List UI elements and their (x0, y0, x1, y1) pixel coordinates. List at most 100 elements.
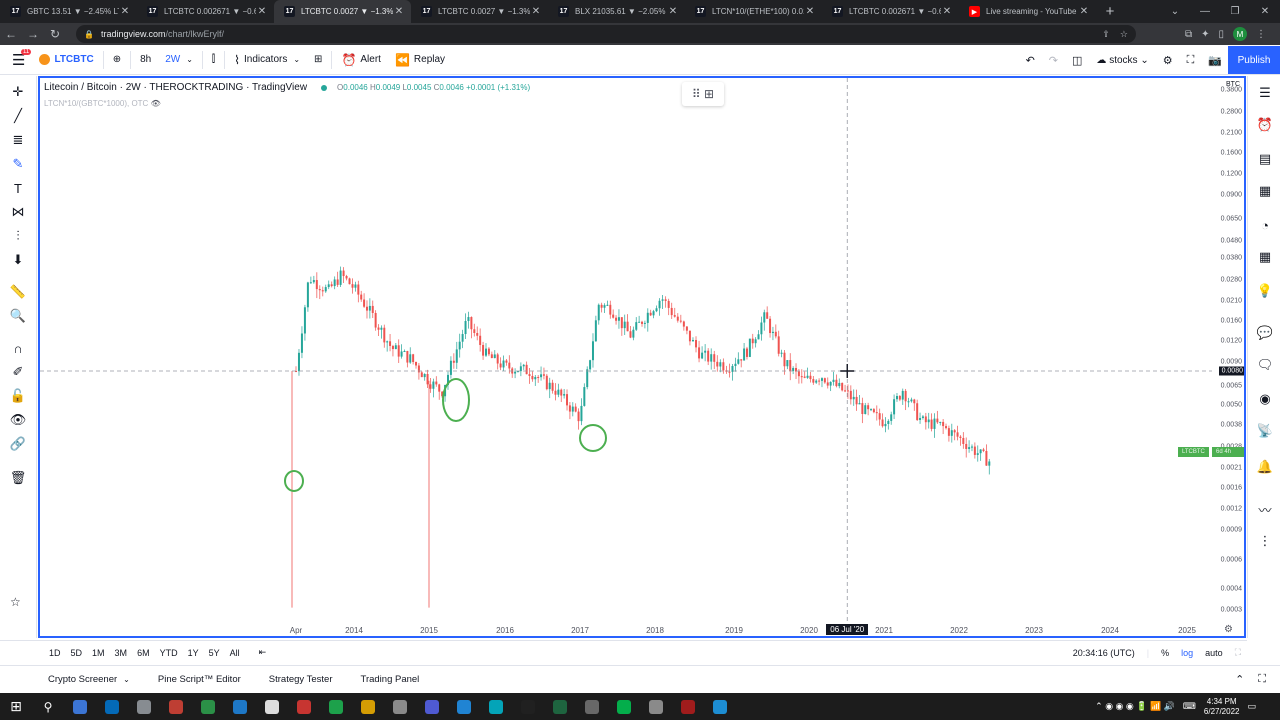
layout-name-button[interactable]: ☁ stocks ⌄ (1096, 55, 1148, 66)
browser-tab[interactable]: 17 GBTC 13.51 ▼ −2.45% LTC ✕ (0, 0, 137, 23)
browser-tab[interactable]: 17 LTCBTC 0.0027 ▼ −1.3% th ✕ (411, 0, 548, 23)
price-scale[interactable]: BTC 0.3800 0.2800 0.2100 0.1600 0.1200 0.0900… (1212, 78, 1244, 622)
chat-icon[interactable] (608, 693, 640, 720)
favorite-star-icon[interactable]: ☆ (10, 595, 21, 609)
price-chart[interactable] (40, 78, 1212, 622)
opera-icon[interactable] (288, 693, 320, 720)
app-icon[interactable] (448, 693, 480, 720)
streams-icon[interactable]: ◉ (1256, 390, 1274, 408)
settings-gear-icon[interactable]: ⚙ (1163, 54, 1173, 67)
data-window-icon[interactable]: ▦ (1256, 182, 1274, 200)
interval-2w-button[interactable]: 2W ⌄ (158, 45, 200, 75)
close-tab-icon[interactable]: ✕ (530, 6, 542, 17)
tab-search-icon[interactable]: ⌄ (1160, 0, 1190, 23)
tab-strategy-tester[interactable]: Strategy Tester (255, 666, 347, 694)
browser-tab[interactable]: ▶ Live streaming - YouTube ✕ (959, 0, 1096, 23)
forward-icon[interactable]: → (22, 27, 44, 41)
trash-icon[interactable]: 🗑 (6, 468, 30, 488)
compare-symbol-button[interactable]: ⊕ (106, 45, 128, 75)
layers-icon[interactable] (1256, 634, 1274, 652)
sidepanel-icon[interactable]: ▯ (1218, 29, 1224, 40)
close-tab-icon[interactable]: ✕ (256, 6, 268, 17)
tab-pine-editor[interactable]: Pine Script™ Editor (144, 666, 255, 694)
zoom-in-icon[interactable]: 🔍 (6, 306, 30, 326)
restore-icon[interactable]: ❐ (1220, 0, 1250, 23)
object-tree-button[interactable]: ⠿ ⊞ (682, 82, 724, 106)
main-menu-button[interactable]: ☰ 11 (0, 45, 32, 75)
crosshair-icon[interactable]: ✛ (6, 82, 30, 102)
chart-type-button[interactable]: ⫿ (205, 45, 222, 75)
brush-icon[interactable]: ✎ (6, 154, 30, 174)
range-button[interactable]: 1Y (183, 648, 204, 658)
share-icon[interactable]: ⇪ (1102, 29, 1110, 40)
range-button[interactable]: 5D (66, 648, 88, 658)
range-button[interactable]: 6M (132, 648, 155, 658)
arrow-down-icon[interactable]: ⬇ (6, 250, 30, 270)
excel-icon[interactable] (192, 693, 224, 720)
reload-icon[interactable]: ↻ (44, 27, 66, 41)
close-tab-icon[interactable]: ✕ (941, 6, 953, 17)
trend-chart-icon[interactable]: 〰 (1256, 500, 1274, 518)
fullscreen-icon[interactable]: ⛶ (1187, 54, 1195, 67)
keyboard-icon[interactable]: ⌨ (1183, 701, 1196, 712)
onenote-icon[interactable] (576, 693, 608, 720)
hide-drawings-icon[interactable]: 👁 (6, 410, 30, 430)
spotify-icon[interactable] (320, 693, 352, 720)
edge-dev-icon[interactable] (224, 693, 256, 720)
range-button[interactable]: All (225, 648, 245, 658)
secondary-series-legend[interactable]: LTCN*10/(GBTC*1000), OTC 👁 (44, 99, 161, 108)
back-icon[interactable]: ← (0, 27, 22, 41)
range-button[interactable]: 1M (87, 648, 110, 658)
app2-icon[interactable] (672, 693, 704, 720)
messages-icon[interactable]: 🗨 (1256, 356, 1274, 374)
redo-icon[interactable]: ↷ (1049, 54, 1058, 67)
url-input[interactable]: 🔒 tradingview.com/chart/lkwErylf/ ⇪ ☆ (76, 25, 1136, 43)
pattern-icon[interactable]: ⋈ (6, 202, 30, 222)
broadcast-icon[interactable]: 📡 (1256, 422, 1274, 440)
dom-icon[interactable]: ⋮ (1256, 532, 1274, 550)
minimize-icon[interactable]: — (1190, 0, 1220, 23)
chrome-profile-icon[interactable] (160, 693, 192, 720)
close-tab-icon[interactable]: ✕ (393, 6, 405, 17)
percent-scale-toggle[interactable]: % (1161, 648, 1169, 658)
chrome-icon[interactable] (64, 693, 96, 720)
close-tab-icon[interactable]: ✕ (119, 6, 131, 17)
extensions-puzzle-icon[interactable]: ✦ (1201, 29, 1209, 40)
teams-icon[interactable] (480, 693, 512, 720)
close-tab-icon[interactable]: ✕ (1078, 6, 1090, 17)
chart-settings-gear-icon[interactable]: ⚙ (1224, 624, 1233, 635)
ideas-bulb-icon[interactable]: 💡 (1256, 282, 1274, 300)
edge-icon[interactable] (96, 693, 128, 720)
close-tab-icon[interactable]: ✕ (804, 6, 816, 17)
alert-button[interactable]: ⏰ Alert (334, 45, 388, 75)
range-button[interactable]: 5Y (204, 648, 225, 658)
browser-tab[interactable]: 17 BLX 21035.61 ▼ −2.05% L ✕ (548, 0, 685, 23)
templates-button[interactable]: ⊞ (307, 45, 329, 75)
ruler-icon[interactable]: 📏 (6, 282, 30, 302)
chart-pane[interactable]: Litecoin / Bitcoin · 2W · THEROCKTRADING… (38, 76, 1246, 638)
tray-icons[interactable]: ⌃ ◉ ◉ ◉ 🔋 📶 🔊 (1095, 701, 1175, 712)
obsidian-icon[interactable] (512, 693, 544, 720)
taskbar-clock[interactable]: 4:34 PM 6/27/2022 (1204, 697, 1240, 717)
file-explorer-icon[interactable] (128, 693, 160, 720)
windows-start-icon[interactable]: ⊞ (0, 693, 32, 720)
date-range-picker-icon[interactable]: ⇤ (259, 647, 267, 658)
hotlist-icon[interactable]: ◔ (1256, 216, 1274, 234)
range-button[interactable]: 3M (110, 648, 133, 658)
close-window-icon[interactable]: ✕ (1250, 0, 1280, 23)
extension-icon[interactable]: ⧉ (1185, 29, 1192, 40)
tab-trading-panel[interactable]: Trading Panel (347, 666, 434, 694)
bookmark-star-icon[interactable]: ☆ (1120, 29, 1128, 40)
symbol-search-button[interactable]: LTCBTC (32, 45, 100, 75)
lock-drawings-icon[interactable]: 🔓 (6, 386, 30, 406)
maximize-icon[interactable]: ⛶ (1235, 647, 1241, 658)
alerts-clock-icon[interactable]: ⏰ (1256, 116, 1274, 134)
replay-button[interactable]: ⏪ Replay (388, 45, 452, 75)
close-tab-icon[interactable]: ✕ (667, 6, 679, 17)
new-tab-icon[interactable]: + (1096, 0, 1124, 23)
browser-tab[interactable]: 17 LTCBTC 0.0027 ▼ −1.3% un✕ (274, 0, 411, 23)
notifications-bell-icon[interactable]: 🔔 (1256, 458, 1274, 476)
eye-hidden-icon[interactable]: 👁 (151, 99, 161, 108)
layout-split-icon[interactable]: ◫ (1072, 54, 1082, 67)
github-icon[interactable] (640, 693, 672, 720)
